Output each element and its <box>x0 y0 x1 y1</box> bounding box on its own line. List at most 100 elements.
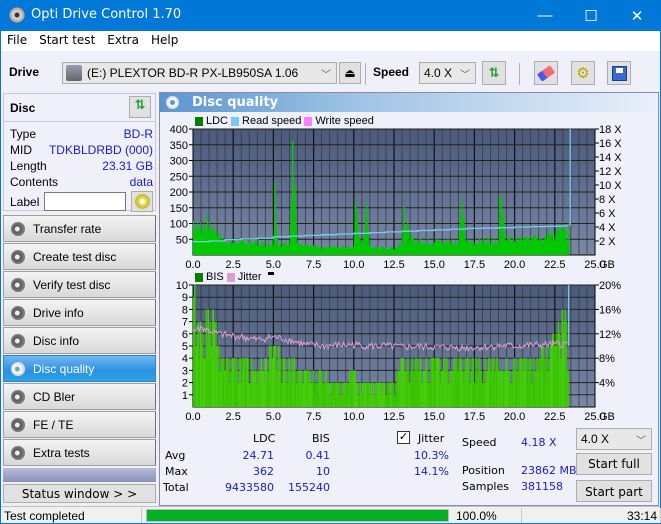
nav-item-disc-info[interactable]: Disc info <box>3 327 156 354</box>
save-button[interactable] <box>607 61 631 85</box>
stats-max-ldc: 362 <box>253 465 274 478</box>
y-right-tick-label: 10 X <box>599 180 622 192</box>
y-left-tick-label: 6 <box>182 329 188 341</box>
stats-avg-jitter: 10.3% <box>414 449 449 462</box>
disc-nav-icon <box>11 361 25 376</box>
stats-max-label: Max <box>165 465 188 478</box>
settings-button[interactable]: ⚙ <box>571 61 595 85</box>
nav-item-label: FE / TE <box>33 417 74 432</box>
close-button[interactable]: ✕ <box>614 0 660 31</box>
disc-nav-icon <box>11 249 25 264</box>
disc-label-label: Label <box>10 195 40 209</box>
disc-quality-panel: Disc quality LDC Read speed Write speed … <box>159 92 659 506</box>
x-tick-label: 5.0 <box>266 259 281 271</box>
start-full-button[interactable]: Start full <box>576 453 652 475</box>
elapsed-time: 33:14 <box>627 509 658 523</box>
nav-item-drive-info[interactable]: Drive info <box>3 299 156 326</box>
y-left-tick-label: 200 <box>170 187 188 199</box>
progress-text: 100.0% <box>456 509 497 523</box>
x-tick-label: 2.5 <box>226 259 241 271</box>
disc-nav-icon <box>11 389 25 404</box>
menu-file[interactable]: File <box>1 31 33 47</box>
disc-refresh-button[interactable]: ⇅ <box>129 96 151 118</box>
samples-value: 381158 <box>521 480 563 493</box>
disc-type-label: Type <box>10 127 37 141</box>
eject-button[interactable]: ⏏ <box>339 62 361 84</box>
toolbar: Drive (E:) PLEXTOR BD-R PX-LB950SA 1.06 … <box>1 51 660 91</box>
stats-bis-header: BIS <box>312 432 330 445</box>
y-left-tick-label: 2 <box>182 378 188 390</box>
x-tick-label: 15.0 <box>423 411 444 423</box>
y-left-tick-label: 4 <box>182 353 188 365</box>
refresh-button[interactable]: ⇅ <box>482 61 506 85</box>
y-right-tick-label: 12% <box>599 329 621 341</box>
x-tick-label: 10.0 <box>343 411 364 423</box>
x-tick-label: 17.5 <box>464 259 485 271</box>
nav-item-disc-quality[interactable]: Disc quality <box>3 355 156 382</box>
disc-nav-icon <box>11 277 25 292</box>
eject-icon: ⏏ <box>344 66 356 80</box>
speed-value: 4.18 X <box>521 436 557 449</box>
nav-item-label: Disc quality <box>33 361 95 376</box>
y-left-tick-label: 9 <box>182 292 188 304</box>
status-window-button[interactable]: Status window > > <box>3 484 156 503</box>
stats-total-label: Total <box>163 481 189 494</box>
drive-label: Drive <box>9 65 40 79</box>
x-tick-label: 15.0 <box>423 259 444 271</box>
progress-bar <box>146 509 449 522</box>
y-right-tick-label: 12 X <box>599 166 622 178</box>
menu-help[interactable]: Help <box>145 31 184 47</box>
checkmark-icon: ✓ <box>398 431 409 443</box>
position-value: 23862 MB <box>521 464 577 477</box>
speed-select[interactable]: 4.0 X ﹀ <box>419 62 476 84</box>
test-speed-select[interactable]: 4.0 X ﹀ <box>576 428 652 450</box>
y-right-tick-label: 8 X <box>599 194 616 206</box>
jitter-checkbox[interactable]: ✓ <box>397 431 410 444</box>
y-right-tick-label: 18 X <box>599 124 622 136</box>
stats-total-ldc: 9433580 <box>225 481 274 494</box>
app-window: Opti Drive Control 1.70 — ☐ ✕ File Start … <box>1 0 661 523</box>
y-left-tick-label: 3 <box>182 365 188 377</box>
erase-button[interactable] <box>534 61 558 85</box>
disc-nav-icon <box>11 445 25 460</box>
nav-item-label: Verify test disc <box>33 277 111 292</box>
stats-avg-bis: 0.41 <box>305 449 331 462</box>
app-disc-icon <box>9 7 25 23</box>
start-part-button[interactable]: Start part <box>576 480 652 502</box>
nav-item-fe-te[interactable]: FE / TE <box>3 411 156 438</box>
menu-start-test[interactable]: Start test <box>33 31 101 47</box>
y-left-tick-label: 150 <box>170 203 188 215</box>
speed-label: Speed <box>462 436 497 449</box>
x-tick-label: 22.5 <box>544 259 565 271</box>
disc-label-input[interactable] <box>44 192 126 211</box>
x-axis-label: GB <box>599 259 615 271</box>
nav-item-verify-test-disc[interactable]: Verify test disc <box>3 271 156 298</box>
left-panel: Disc ⇅ Type BD-R MID TDKBLDRBD (000) Len… <box>1 91 158 506</box>
toolbar-separator <box>365 63 366 85</box>
maximize-button[interactable]: ☐ <box>568 0 614 31</box>
statusbar-separator <box>141 508 142 523</box>
nav-spacer <box>3 468 156 482</box>
disc-icon <box>134 194 150 209</box>
refresh-icon: ⇅ <box>488 65 500 80</box>
disc-nav-icon <box>11 333 25 348</box>
nav-item-transfer-rate[interactable]: Transfer rate <box>3 215 156 242</box>
drive-select[interactable]: (E:) PLEXTOR BD-R PX-LB950SA 1.06 ﹀ <box>62 62 337 84</box>
minimize-button[interactable]: — <box>522 0 568 31</box>
toolbar-separator <box>519 63 520 85</box>
x-tick-label: 12.5 <box>383 259 404 271</box>
x-tick-label: 0.0 <box>185 411 200 423</box>
disc-length-label: Length <box>10 159 47 173</box>
menu-extra[interactable]: Extra <box>101 31 145 47</box>
nav-item-extra-tests[interactable]: Extra tests <box>3 439 156 466</box>
test-speed-value: 4.0 X <box>581 432 610 446</box>
disc-label-button[interactable] <box>131 191 153 212</box>
disc-info-panel: Disc ⇅ Type BD-R MID TDKBLDRBD (000) Len… <box>3 93 156 212</box>
bis-chart: 12345678910 0.0 2.5 5.0 7.5 10.0 12.5 15.0 17.5 2… <box>176 280 621 423</box>
x-tick-label: 10.0 <box>343 259 364 271</box>
nav-item-cd-bler[interactable]: CD Bler <box>3 383 156 410</box>
drive-select-value: (E:) PLEXTOR BD-R PX-LB950SA 1.06 <box>87 66 299 80</box>
disc-contents-value: data <box>129 175 153 189</box>
y-left-tick-label: 7 <box>182 317 188 329</box>
nav-item-create-test-disc[interactable]: Create test disc <box>3 243 156 270</box>
